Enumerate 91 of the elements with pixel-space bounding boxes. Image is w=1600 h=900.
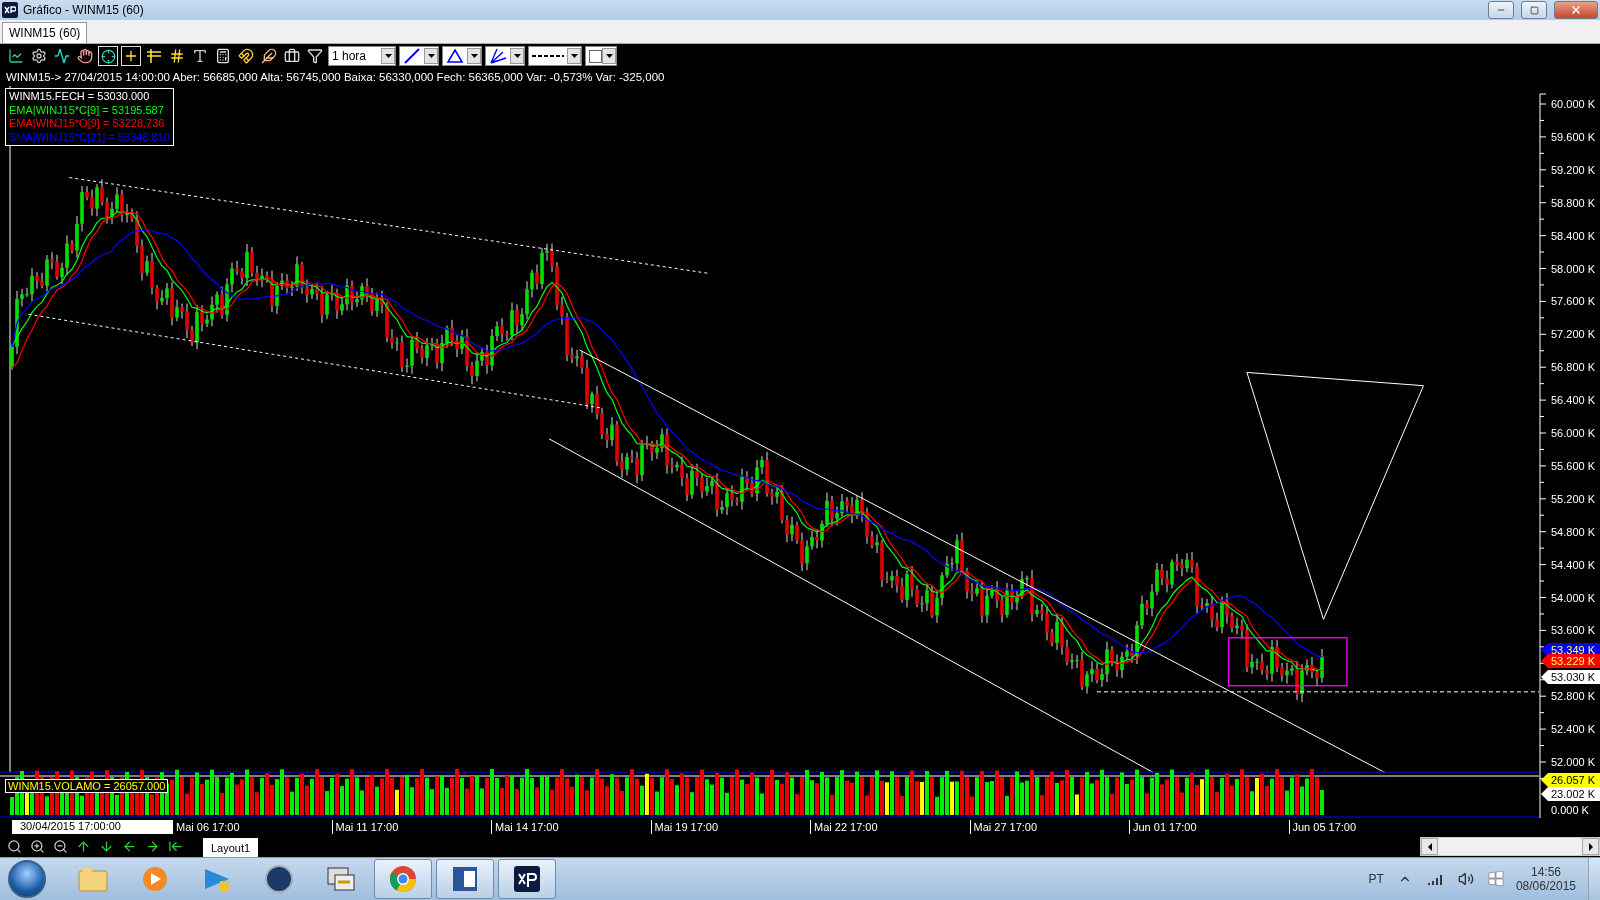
xp-app-icon[interactable] bbox=[498, 859, 556, 899]
legend-entry: SMA|WINJ15*C[21] = 53348.810 bbox=[9, 130, 170, 144]
legend-entry: EMA|WINJ15*C[9] = 53195.587 bbox=[9, 103, 165, 117]
scroll-left-button[interactable] bbox=[1421, 838, 1438, 855]
lines-icon[interactable] bbox=[144, 46, 164, 66]
line-icon bbox=[403, 48, 421, 64]
clock-date[interactable]: 08/06/2015 bbox=[1515, 879, 1576, 893]
app-logo-icon bbox=[2, 2, 18, 18]
axis-label: 60.000 K bbox=[1551, 98, 1596, 110]
axis-label: 58.000 K bbox=[1551, 262, 1596, 275]
axis-label: 56.000 K bbox=[1551, 427, 1596, 439]
axis-label: 58.400 K bbox=[1551, 229, 1596, 242]
dashed-line-icon bbox=[532, 54, 564, 58]
filter-icon[interactable] bbox=[305, 46, 325, 66]
color-dropdown[interactable] bbox=[585, 46, 617, 66]
fan-tool-dropdown[interactable] bbox=[485, 46, 525, 66]
axis-label: 59.200 K bbox=[1551, 163, 1596, 176]
axis-label: 55.600 K bbox=[1551, 459, 1596, 472]
clock-time[interactable]: 14:56 bbox=[1530, 865, 1561, 879]
interval-dropdown[interactable]: 1 hora bbox=[328, 46, 396, 66]
search-icon[interactable] bbox=[5, 837, 24, 856]
right-triangle-icon bbox=[1587, 842, 1594, 851]
hand-icon[interactable] bbox=[75, 46, 95, 66]
signal-icon[interactable] bbox=[1426, 872, 1445, 886]
price-tag: 23.002 K bbox=[1541, 787, 1600, 801]
axis-label: 56.400 K bbox=[1551, 394, 1596, 407]
crosshair-icon[interactable] bbox=[98, 46, 118, 66]
axis-label: 52.800 K bbox=[1551, 690, 1596, 703]
indicator-icon[interactable] bbox=[52, 46, 72, 66]
caret-icon bbox=[424, 48, 438, 64]
scroll-right-button[interactable] bbox=[1582, 838, 1599, 855]
zoom-out-icon[interactable] bbox=[51, 837, 70, 856]
time-label: Mai 06 17:00 bbox=[172, 820, 332, 834]
caret-icon bbox=[602, 48, 616, 64]
windows-flag-icon[interactable] bbox=[1487, 871, 1504, 887]
price-tag: 53.229 K bbox=[1541, 654, 1600, 668]
caret-icon bbox=[510, 48, 524, 64]
time-label: Mai 19 17:00 bbox=[650, 820, 810, 834]
axis-label: 52.400 K bbox=[1551, 723, 1596, 736]
axis-label: 56.800 K bbox=[1551, 361, 1596, 374]
color-swatch-icon bbox=[589, 49, 602, 63]
feather-icon[interactable] bbox=[259, 46, 279, 66]
price-tag: 26.057 K bbox=[1541, 773, 1600, 787]
magnet-icon[interactable] bbox=[236, 46, 256, 66]
maximize-button[interactable] bbox=[1521, 1, 1547, 19]
axis-label: 54.800 K bbox=[1551, 525, 1596, 538]
time-label: Mai 11 17:00 bbox=[331, 820, 491, 834]
settings-icon[interactable] bbox=[29, 46, 49, 66]
shape-tool-dropdown[interactable] bbox=[442, 46, 482, 66]
caret-icon bbox=[381, 48, 395, 64]
cursor-time-label: 30/04/2015 17:00:00 bbox=[12, 820, 172, 834]
zoom-in-icon[interactable] bbox=[28, 837, 47, 856]
axis-label: 57.200 K bbox=[1551, 328, 1596, 341]
axis-label: 54.000 K bbox=[1551, 591, 1596, 604]
time-label: Mai 14 17:00 bbox=[491, 820, 651, 834]
horizontal-scrollbar[interactable] bbox=[1420, 837, 1600, 856]
caret-icon bbox=[467, 48, 481, 64]
caret-icon bbox=[567, 48, 581, 64]
time-label: Jun 01 17:00 bbox=[1129, 820, 1289, 834]
volume-legend: WINM15.VOLAMO = 26057.000 bbox=[5, 779, 169, 793]
axis-label: 54.400 K bbox=[1551, 558, 1596, 571]
cross-icon[interactable] bbox=[121, 46, 141, 66]
axis-label: 53.600 K bbox=[1551, 624, 1596, 637]
time-label: Mai 27 17:00 bbox=[969, 820, 1129, 834]
left-triangle-icon bbox=[1426, 842, 1433, 851]
axis-label: 55.200 K bbox=[1551, 492, 1596, 505]
axis-label: 0.000 K bbox=[1551, 804, 1589, 816]
triangle-icon bbox=[446, 48, 464, 64]
restore-icon bbox=[1529, 5, 1539, 15]
language-indicator[interactable]: PT bbox=[1368, 872, 1384, 886]
axis-label: 57.600 K bbox=[1551, 295, 1596, 308]
layout-tab[interactable]: Layout1 bbox=[203, 838, 259, 857]
axis-label: 52.000 K bbox=[1551, 756, 1596, 768]
legend-entry: WINM15.FECH = 53030.000 bbox=[9, 90, 151, 104]
axis-label: 59.600 K bbox=[1551, 130, 1596, 143]
time-label: Jun 05 17:00 bbox=[1288, 820, 1448, 834]
close-button[interactable] bbox=[1554, 1, 1598, 19]
window-title: Gráfico - WINM15 (60) bbox=[23, 3, 145, 17]
start-button[interactable] bbox=[8, 860, 46, 898]
fan-lines-icon bbox=[489, 48, 507, 64]
axis-label: 58.800 K bbox=[1551, 196, 1596, 209]
line-style-dropdown[interactable] bbox=[528, 46, 582, 66]
line-tool-dropdown[interactable] bbox=[399, 46, 439, 66]
minimize-button[interactable] bbox=[1488, 1, 1514, 19]
legend-entry: EMA|WINJ15*O[9] = 53228.736 bbox=[9, 117, 166, 131]
chrome-icon[interactable] bbox=[374, 859, 432, 899]
close-icon bbox=[1570, 4, 1582, 16]
chart-tab[interactable]: WINM15 (60) bbox=[2, 22, 88, 43]
price-tag: 53.030 K bbox=[1541, 670, 1600, 684]
time-label: Mai 22 17:00 bbox=[810, 820, 970, 834]
quote-info: WINM15-> 27/04/2015 14:00:00 Aber: 56685,000 Alta: 56745,000 Baixa: 56330,000 Fech: 56365,000 Var: -0,573% Var: -325,000 bbox=[5, 70, 666, 85]
